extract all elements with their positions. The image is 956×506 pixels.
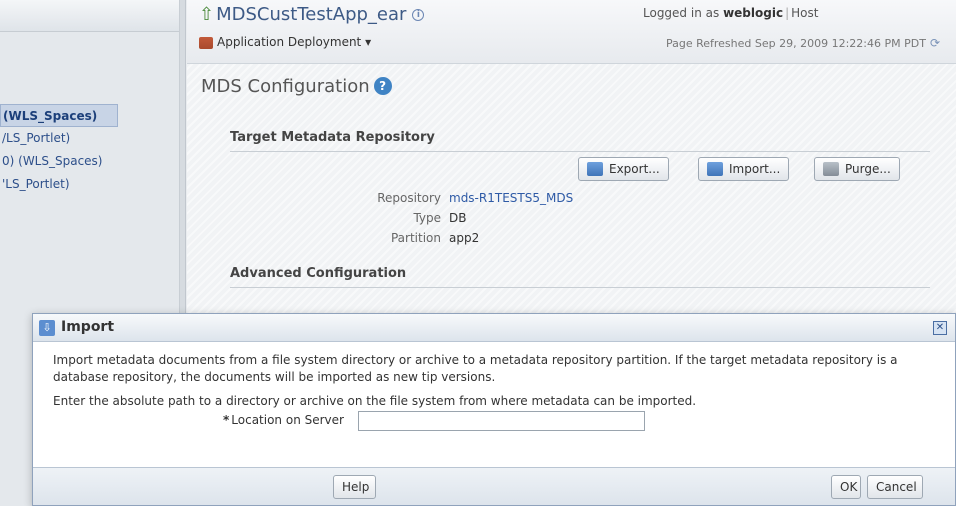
info-icon[interactable]: i (412, 9, 425, 21)
nav-item-wls-portlet[interactable]: /LS_Portlet) (0, 127, 180, 150)
help-icon[interactable]: ? (373, 77, 392, 95)
page-title: MDS Configuration? (201, 76, 392, 97)
page-header: ⇧ MDSCustTestApp_ear i Application Deploym… (187, 0, 956, 64)
username: weblogic (723, 6, 784, 20)
repository-label: Repository (377, 191, 441, 205)
dialog-description: Import metadata documents from a file sy… (53, 353, 898, 384)
host-link[interactable]: Host (791, 6, 818, 20)
import-label: Import... (729, 162, 781, 176)
partition-value: app2 (449, 231, 480, 245)
export-icon (587, 162, 603, 176)
dialog-header[interactable]: ⇩ Import ✕ (33, 314, 955, 342)
advanced-configuration-section: Advanced Configuration (230, 266, 930, 288)
nav-item-wls-portlet-2[interactable]: 'LS_Portlet) (0, 173, 180, 196)
purge-button[interactable]: Purge... (814, 157, 900, 181)
dialog-title: Import (61, 319, 115, 335)
import-dialog: ⇩ Import ✕ Import metadata documents fro… (32, 313, 956, 506)
target-repository-section: Target Metadata Repository (230, 130, 930, 152)
chevron-down-icon: ▾ (365, 35, 372, 49)
nav-header (0, 0, 179, 32)
nav-item-wls-spaces-2[interactable]: 0) (WLS_Spaces) (0, 150, 180, 173)
purge-label: Purge... (845, 162, 891, 176)
application-deployment-menu[interactable]: Application Deployment ▾ (199, 35, 371, 49)
close-icon[interactable]: ✕ (933, 321, 947, 335)
up-arrow-icon[interactable]: ⇧ (199, 4, 214, 25)
required-marker: * (223, 413, 230, 427)
ok-button[interactable]: OK (831, 475, 861, 499)
nav-item-wls-spaces[interactable]: (WLS_Spaces) (0, 104, 118, 127)
login-info: Logged in as weblogic | Host (643, 6, 819, 20)
app-title: ⇧ MDSCustTestApp_ear i (199, 4, 425, 25)
deployment-icon (199, 36, 213, 49)
import-icon: ⇩ (39, 320, 55, 336)
purge-icon (823, 162, 839, 176)
import-button[interactable]: Import... (698, 157, 790, 181)
logged-in-prefix: Logged in as (643, 6, 720, 20)
location-label-text: Location on Server (231, 413, 344, 427)
cancel-button[interactable]: Cancel (867, 475, 923, 499)
page-title-text: MDS Configuration (201, 76, 370, 97)
page-refreshed: Page Refreshed Sep 29, 2009 12:22:46 PM … (666, 36, 940, 50)
help-button[interactable]: Help (333, 475, 376, 499)
refresh-icon[interactable]: ⟳ (930, 36, 940, 50)
export-label: Export... (609, 162, 660, 176)
dialog-instruction: Enter the absolute path to a directory o… (53, 394, 697, 408)
location-on-server-input[interactable] (358, 411, 645, 431)
location-label: * Location on Server (223, 413, 344, 427)
menu-label: Application Deployment (217, 35, 362, 49)
export-button[interactable]: Export... (578, 157, 669, 181)
repository-value[interactable]: mds-R1TESTS5_MDS (449, 191, 573, 205)
type-value: DB (449, 211, 467, 225)
nav-tree: (WLS_Spaces) /LS_Portlet) 0) (WLS_Spaces… (0, 104, 180, 196)
partition-label: Partition (390, 231, 441, 245)
type-label: Type (413, 211, 441, 225)
refreshed-text: Page Refreshed Sep 29, 2009 12:22:46 PM … (665, 37, 926, 50)
import-icon (707, 162, 723, 176)
dialog-footer: Help OK Cancel (33, 467, 955, 505)
app-title-text: MDSCustTestApp_ear (216, 4, 407, 25)
